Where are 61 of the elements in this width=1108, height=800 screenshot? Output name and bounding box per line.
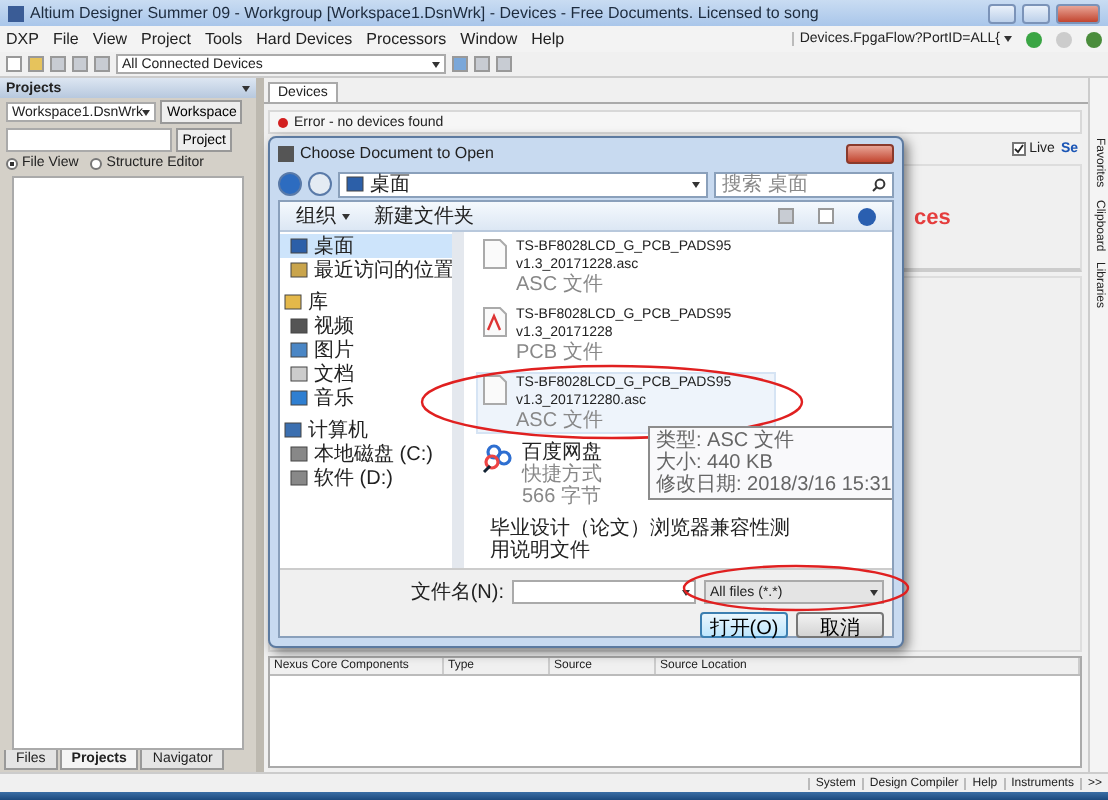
filename-label: 文件名(N): xyxy=(410,579,504,606)
pdf-document-icon xyxy=(482,306,508,338)
nav-item[interactable]: 软件 (D:) xyxy=(280,466,452,490)
tooltip-line: 修改日期: 2018/3/16 15:31 xyxy=(656,474,892,496)
nav-item[interactable]: 视频 xyxy=(280,314,452,338)
dialog-title: Choose Document to Open xyxy=(300,144,496,162)
nav-label[interactable]: 库 xyxy=(308,288,328,316)
menu-item[interactable]: Processors xyxy=(366,30,447,48)
nav-label[interactable]: 音乐 xyxy=(314,384,354,412)
nav-item[interactable]: 文档 xyxy=(280,362,452,386)
nav-item[interactable]: 计算机 xyxy=(280,418,452,442)
nav-label[interactable]: 本地磁盘 (C:) xyxy=(314,440,433,468)
file-type: PCB 文件 xyxy=(516,342,605,364)
file-name: 百度网盘 xyxy=(522,442,602,464)
menu-item[interactable]: File xyxy=(52,30,79,48)
menu-item[interactable]: View xyxy=(92,30,128,48)
nav-item[interactable]: 图片 xyxy=(280,338,452,362)
nav-label[interactable]: 桌面 xyxy=(314,232,354,260)
menu-item[interactable]: Project xyxy=(141,30,191,48)
checkbox-icon[interactable] xyxy=(1011,142,1026,156)
file-type: ASC 文件 xyxy=(516,410,605,432)
close-button[interactable] xyxy=(846,143,894,163)
nav-item[interactable]: 本地磁盘 (C:) xyxy=(280,442,452,466)
menu-item[interactable]: DXP xyxy=(6,30,39,48)
menu-item[interactable]: Window xyxy=(460,30,518,48)
tooltip-line: 类型: ASC 文件 xyxy=(656,430,796,452)
close-button[interactable] xyxy=(1056,3,1100,23)
path-segment[interactable]: 桌面 xyxy=(370,170,410,198)
path-bar[interactable]: 桌面 xyxy=(338,171,708,197)
file-type: 快捷方式 xyxy=(522,464,602,486)
nav-label[interactable]: 视频 xyxy=(314,312,354,340)
radio-icon[interactable] xyxy=(90,157,103,169)
nav-label[interactable]: 计算机 xyxy=(308,416,368,444)
file-name: 毕业设计（论文）浏览器兼容性测 xyxy=(490,518,790,540)
minimize-button[interactable] xyxy=(988,3,1016,23)
menu-item[interactable]: Help xyxy=(531,30,565,48)
organize-menu[interactable]: 组织 xyxy=(296,202,350,230)
file-size: 566 字节 xyxy=(522,486,602,508)
search-icon xyxy=(872,177,886,191)
open-button[interactable]: 打开(O) xyxy=(700,612,788,638)
filename-field[interactable] xyxy=(512,580,696,604)
nav-label[interactable]: 文档 xyxy=(314,360,354,388)
window-title: Altium Designer Summer 09 - Workgroup [Workspace1.DsnWrk] - Devices - Free Documents. Licensed to song xyxy=(30,4,821,22)
error-icon xyxy=(278,117,288,127)
project-field[interactable] xyxy=(6,128,173,152)
radio-icon[interactable] xyxy=(6,157,18,169)
nav-label[interactable]: 图片 xyxy=(314,336,354,364)
status-message: ces xyxy=(914,205,951,229)
maximize-button[interactable] xyxy=(1022,3,1050,23)
menu-item[interactable]: Tools xyxy=(204,30,243,48)
file-type: ASC 文件 xyxy=(516,274,605,296)
menu-item[interactable]: Hard Devices xyxy=(256,30,353,48)
cancel-button[interactable]: 取消 xyxy=(796,612,884,638)
nav-item[interactable]: 库 xyxy=(280,290,452,314)
tooltip-line: 大小: 440 KB xyxy=(656,452,775,474)
cloud-shortcut-icon xyxy=(482,442,514,474)
file-name: 用说明文件 xyxy=(490,540,592,562)
nav-item[interactable]: 音乐 xyxy=(280,386,452,410)
nav-item[interactable]: 桌面 xyxy=(280,234,452,258)
nav-label[interactable]: 软件 (D:) xyxy=(314,464,393,492)
new-folder-button[interactable]: 新建文件夹 xyxy=(374,202,474,230)
